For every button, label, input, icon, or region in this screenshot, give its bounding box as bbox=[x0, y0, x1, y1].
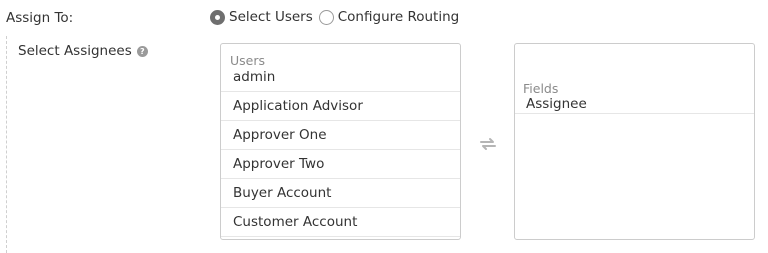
select-assignees-label: Select Assignees bbox=[18, 43, 132, 59]
assign-to-radio-group: Select Users Configure Routing bbox=[210, 9, 459, 25]
radio-select-users-label: Select Users bbox=[229, 9, 313, 25]
list-item[interactable]: Application Advisor bbox=[221, 92, 460, 121]
radio-configure-routing-label: Configure Routing bbox=[337, 9, 460, 25]
dashed-guide-line bbox=[6, 36, 7, 253]
radio-configure-routing[interactable]: Configure Routing bbox=[318, 9, 460, 25]
radio-configure-routing-input[interactable] bbox=[318, 9, 334, 25]
radio-select-users[interactable]: Select Users bbox=[210, 9, 313, 25]
question-circle-icon[interactable]: ? bbox=[136, 45, 148, 57]
assign-to-label: Assign To: bbox=[6, 10, 74, 26]
list-item[interactable]: Approver Two bbox=[221, 150, 460, 179]
users-listbox[interactable]: Users admin Application Advisor Approver… bbox=[220, 43, 461, 240]
fields-list-header: Fields bbox=[523, 81, 559, 96]
list-item[interactable]: Buyer Account bbox=[221, 179, 460, 208]
list-item[interactable]: Customer Account bbox=[221, 208, 460, 237]
list-item[interactable]: admin bbox=[221, 68, 460, 92]
list-item[interactable]: Assignee bbox=[515, 97, 754, 114]
swap-arrows-icon[interactable] bbox=[478, 136, 498, 150]
users-list-header: Users bbox=[230, 53, 266, 68]
list-item[interactable]: Approver One bbox=[221, 121, 460, 150]
select-assignees-label-row: Select Assignees ? bbox=[18, 43, 148, 59]
radio-select-users-input[interactable] bbox=[210, 9, 225, 25]
fields-listbox[interactable]: Fields Assignee bbox=[514, 43, 755, 240]
